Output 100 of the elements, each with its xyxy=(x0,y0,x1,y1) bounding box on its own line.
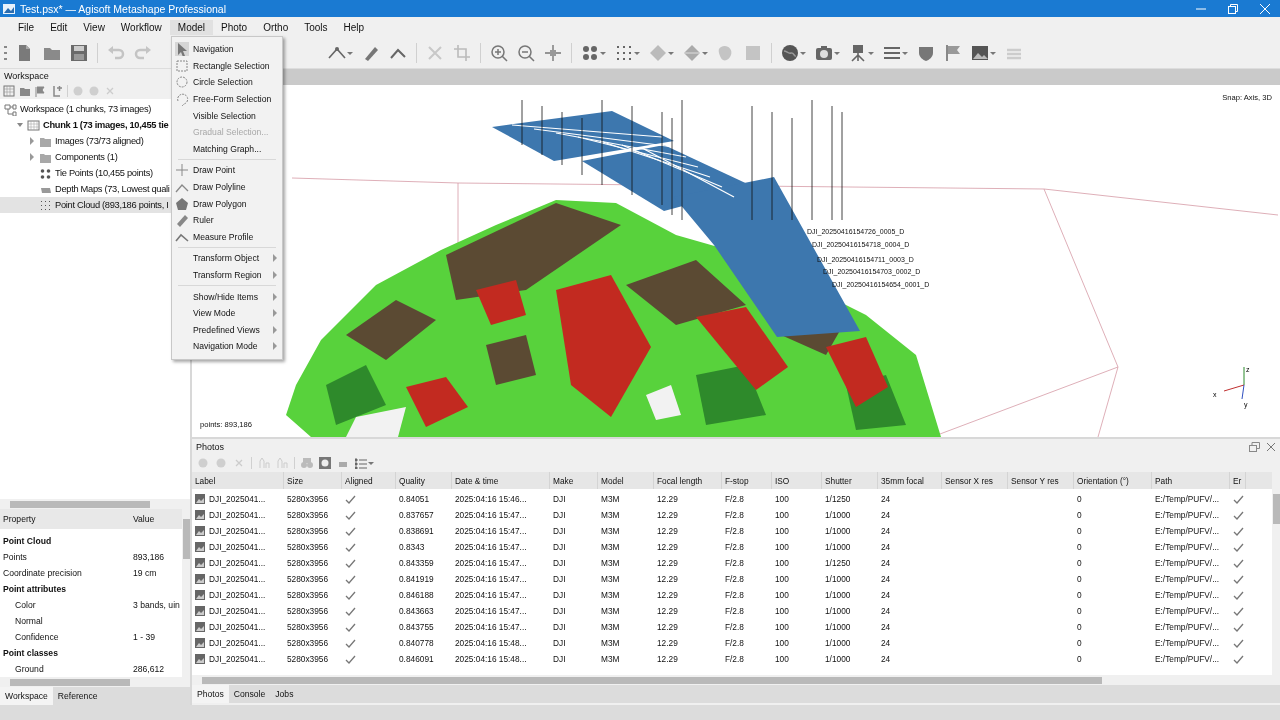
column-header[interactable]: Shutter xyxy=(822,472,878,489)
table-cell: F/2.8 xyxy=(725,494,744,504)
menu-item[interactable]: Draw Polyline xyxy=(172,178,282,196)
dot-icon[interactable] xyxy=(197,457,209,469)
menu-item[interactable]: Draw Point xyxy=(172,162,282,179)
menu-item[interactable]: Navigation Mode xyxy=(172,338,282,355)
menu-item[interactable]: View Mode xyxy=(172,304,282,322)
expand-arrow-icon[interactable] xyxy=(28,136,36,146)
menu-item[interactable]: Draw Polygon xyxy=(172,195,282,212)
menu-item[interactable]: Navigation xyxy=(172,41,282,58)
panel-tab[interactable]: Workspace xyxy=(0,687,53,705)
tripod-icon[interactable] xyxy=(849,43,867,62)
menu-item[interactable]: Rectangle Selection xyxy=(172,57,282,75)
menu-item[interactable]: Free-Form Selection xyxy=(172,90,282,108)
column-header[interactable]: Value xyxy=(133,514,182,524)
table-cell: 0 xyxy=(1077,590,1082,600)
column-header[interactable]: Orientation (°) xyxy=(1074,472,1152,489)
table-cell: 0 xyxy=(1077,494,1082,504)
column-header[interactable]: Size xyxy=(284,472,342,489)
flag-folder-icon[interactable] xyxy=(35,85,47,97)
column-header[interactable]: ISO xyxy=(772,472,822,489)
menu-item[interactable]: Measure Profile xyxy=(172,228,282,246)
tree-item[interactable]: Images (73/73 aligned) xyxy=(0,133,146,149)
table-cell: F/2.8 xyxy=(725,638,744,648)
table-cell: 1/1000 xyxy=(825,590,851,600)
menu-item[interactable]: Photo xyxy=(213,19,256,35)
tree-item[interactable]: Workspace (1 chunks, 73 images) xyxy=(0,101,154,117)
table-cell: E:/Temp/PUFV/... xyxy=(1155,638,1220,648)
menu-item[interactable]: Help xyxy=(335,19,373,35)
table-cell: 100 xyxy=(775,526,789,536)
tree-item[interactable]: Depth Maps (73, Lowest quali xyxy=(0,181,172,197)
menu-item[interactable]: Ruler xyxy=(172,211,282,229)
column-header[interactable]: Label xyxy=(192,472,284,489)
menu-item[interactable]: Transform Object xyxy=(172,250,282,267)
close-icon[interactable] xyxy=(1266,441,1276,452)
dot-icon[interactable] xyxy=(88,85,100,97)
panel-tab[interactable]: Console xyxy=(228,685,271,703)
dotted-grid-icon[interactable] xyxy=(615,43,633,62)
menu-item[interactable]: Ortho xyxy=(255,19,297,35)
panel-tab[interactable]: Reference xyxy=(52,687,103,705)
expand-arrow-icon[interactable] xyxy=(28,152,36,162)
zoom-out-icon[interactable] xyxy=(517,43,535,62)
column-header[interactable]: Sensor X res xyxy=(942,472,1008,489)
menu-item[interactable]: Tools xyxy=(296,19,336,35)
column-header[interactable]: Date & time xyxy=(452,472,550,489)
restore-icon[interactable] xyxy=(1228,3,1238,14)
table-cell: DJI_2025041... xyxy=(209,510,266,520)
tree-item[interactable]: Tie Points (10,455 points) xyxy=(0,165,155,181)
tree-item[interactable]: Point Cloud (893,186 points, I xyxy=(0,197,171,213)
zoom-in-icon[interactable] xyxy=(490,43,508,62)
binoculars-icon[interactable] xyxy=(301,457,313,469)
column-header[interactable]: Path xyxy=(1152,472,1230,489)
camera-icon[interactable] xyxy=(815,43,833,62)
list-icon[interactable] xyxy=(355,457,367,469)
column-header[interactable]: Er xyxy=(1230,472,1246,489)
column-header[interactable]: F-stop xyxy=(722,472,772,489)
panel-tab[interactable]: Photos xyxy=(192,685,229,703)
menu-item[interactable]: Workflow xyxy=(112,19,170,35)
globe-icon[interactable] xyxy=(781,43,799,62)
crop-icon[interactable] xyxy=(453,43,471,62)
dot-icon[interactable] xyxy=(72,85,84,97)
column-header[interactable]: Focal length xyxy=(654,472,722,489)
column-header[interactable]: Make xyxy=(550,472,598,489)
square-icon[interactable] xyxy=(319,457,331,469)
tree-item[interactable]: Chunk 1 (73 images, 10,455 tie xyxy=(0,117,171,133)
diamond-icon[interactable] xyxy=(683,43,701,62)
menu-item[interactable]: Transform Region xyxy=(172,266,282,284)
column-header[interactable]: Aligned xyxy=(342,472,396,489)
checker-icon[interactable] xyxy=(3,85,15,97)
cursor-icon xyxy=(175,42,189,57)
property-value: 19 cm xyxy=(133,568,158,578)
add-item-icon[interactable] xyxy=(51,85,63,97)
column-header[interactable]: Quality xyxy=(396,472,452,489)
column-header[interactable]: Model xyxy=(598,472,654,489)
diamond-icon[interactable] xyxy=(649,43,667,62)
column-header[interactable]: 35mm focal xyxy=(878,472,942,489)
save-icon[interactable] xyxy=(70,43,88,62)
menu-item[interactable]: File xyxy=(10,19,43,35)
flag-icon[interactable] xyxy=(944,43,962,62)
menu-item[interactable]: Matching Graph... xyxy=(172,140,282,158)
tree-item[interactable]: Components (1) xyxy=(0,149,120,165)
menu-item[interactable]: View xyxy=(75,19,113,35)
menu-item[interactable]: Show/Hide Items xyxy=(172,288,282,305)
add-folder-icon[interactable] xyxy=(19,85,31,97)
menu-item[interactable]: Predefined Views xyxy=(172,321,282,339)
table-cell: DJI xyxy=(553,510,566,520)
move-icon[interactable] xyxy=(544,43,562,62)
menu-item[interactable]: Model xyxy=(169,19,214,35)
dot-icon[interactable] xyxy=(215,457,227,469)
column-header[interactable]: Property xyxy=(0,514,133,524)
menu-item[interactable]: Circle Selection xyxy=(172,74,282,91)
table-cell: 0.837657 xyxy=(399,510,434,520)
panel-tab[interactable]: Jobs xyxy=(270,685,299,703)
column-header[interactable]: Sensor Y res xyxy=(1008,472,1074,489)
menu-item[interactable]: Edit xyxy=(42,19,76,35)
menu-item[interactable]: Visible Selection xyxy=(172,107,282,124)
undock-icon[interactable] xyxy=(1249,441,1260,452)
lasso-selection-icon xyxy=(175,92,189,107)
four-dots-icon[interactable] xyxy=(581,43,599,62)
image-icon[interactable] xyxy=(971,43,989,62)
